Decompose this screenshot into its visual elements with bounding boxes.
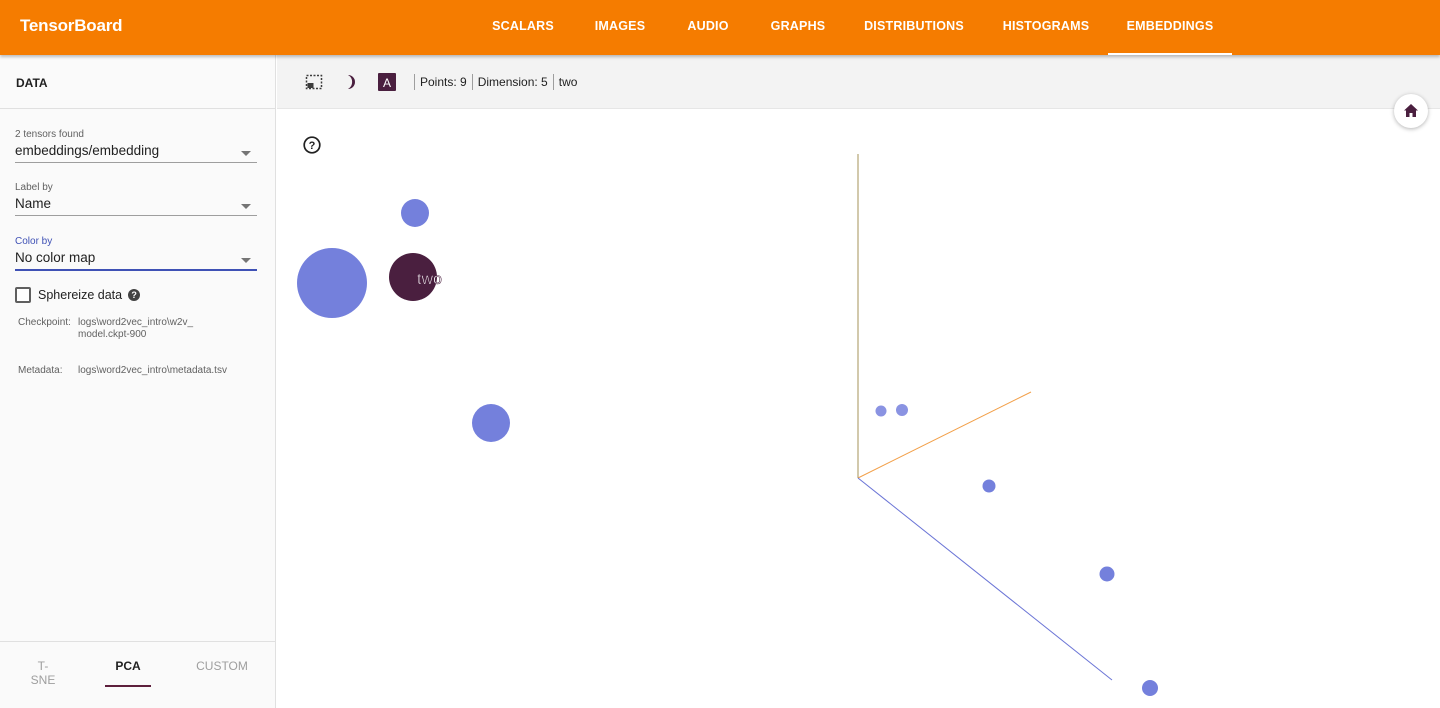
divider [414,74,415,90]
data-panel-header: DATA [0,55,275,109]
checkpoint-path-line2: model.ckpt-900 [78,329,147,340]
help-icon[interactable]: ? [128,289,141,301]
chevron-down-icon [241,204,251,209]
tab-scalars[interactable]: SCALARS [486,0,560,55]
metadata-path: logs\word2vec_intro\metadata.tsv [78,365,227,376]
top-app-bar: TensorBoard SCALARS IMAGES AUDIO GRAPHS … [0,0,1440,55]
label-by-value: Name [15,196,52,211]
data-point[interactable] [982,479,996,493]
axis-x [857,391,1032,479]
labels-icon[interactable]: A [378,73,396,91]
help-icon[interactable]: ? [303,136,321,154]
tab-graphs[interactable]: GRAPHS [761,0,835,55]
divider [471,74,473,90]
projection-stats: Points: 9 Dimension: 5 two [409,74,577,90]
tab-custom[interactable]: CUSTOM [194,659,250,673]
color-by-select[interactable]: Color by No color map [15,236,257,271]
metadata-key: Metadata: [18,365,63,376]
tensor-select[interactable]: 2 tensors found embeddings/embedding [15,129,257,163]
point-label: two [417,271,442,288]
divider [552,74,554,90]
sphereize-row: Sphereize data ? [15,287,141,303]
color-by-label: Color by [15,236,53,247]
tab-embeddings[interactable]: EMBEDDINGS [1108,0,1232,55]
points-count: Points: 9 [420,75,467,89]
chevron-down-icon [241,258,251,263]
axis-z [857,477,1113,681]
metadata-info: Metadata: logs\word2vec_intro\metadata.t… [18,365,238,377]
sphereize-label[interactable]: Sphereize data [38,288,122,302]
label-by-select[interactable]: Label by Name [15,182,257,216]
scatter-3d[interactable]: two [277,110,1440,708]
selection-icon[interactable] [305,73,323,91]
data-point[interactable] [401,199,429,227]
data-point[interactable] [297,248,367,318]
tab-pca[interactable]: PCA [110,659,146,673]
data-point[interactable] [1099,566,1115,582]
active-tab-indicator [105,685,151,687]
tab-distributions[interactable]: DISTRIBUTIONS [855,0,973,55]
chevron-down-icon [241,151,251,156]
dimension-count: Dimension: 5 [477,75,548,89]
checkpoint-key: Checkpoint: [18,317,71,328]
tab-histograms[interactable]: HISTOGRAMS [994,0,1098,55]
app-title[interactable]: TensorBoard [20,16,123,36]
tensors-found-label: 2 tensors found [15,129,84,140]
data-point[interactable] [896,404,908,416]
selected-label: two [558,75,578,89]
sphereize-checkbox[interactable] [15,287,31,303]
tensor-select-value: embeddings/embedding [15,143,160,158]
projection-method-tabs: T-SNE PCA CUSTOM [0,641,275,708]
tab-audio[interactable]: AUDIO [678,0,738,55]
checkpoint-path-line1: logs\word2vec_intro\w2v_ [78,317,194,328]
svg-text:A: A [383,76,391,90]
embedding-projection-canvas[interactable]: two ? [277,94,1440,708]
data-panel: DATA 2 tensors found embeddings/embeddin… [0,55,276,708]
svg-text:?: ? [309,140,316,152]
home-icon [1404,104,1418,117]
reset-view-button[interactable] [1394,94,1428,128]
tab-images[interactable]: IMAGES [584,0,656,55]
tab-tsne[interactable]: T-SNE [26,659,60,687]
label-by-label: Label by [15,182,53,193]
night-mode-icon[interactable] [342,73,360,91]
data-point[interactable] [875,405,887,417]
data-point[interactable] [472,404,510,442]
checkpoint-info: Checkpoint: logs\word2vec_intro\w2v_ mod… [18,317,238,341]
data-point[interactable] [1142,680,1158,696]
color-by-value: No color map [15,250,96,265]
projector-toolbar: A Points: 9 Dimension: 5 two [277,55,1440,109]
